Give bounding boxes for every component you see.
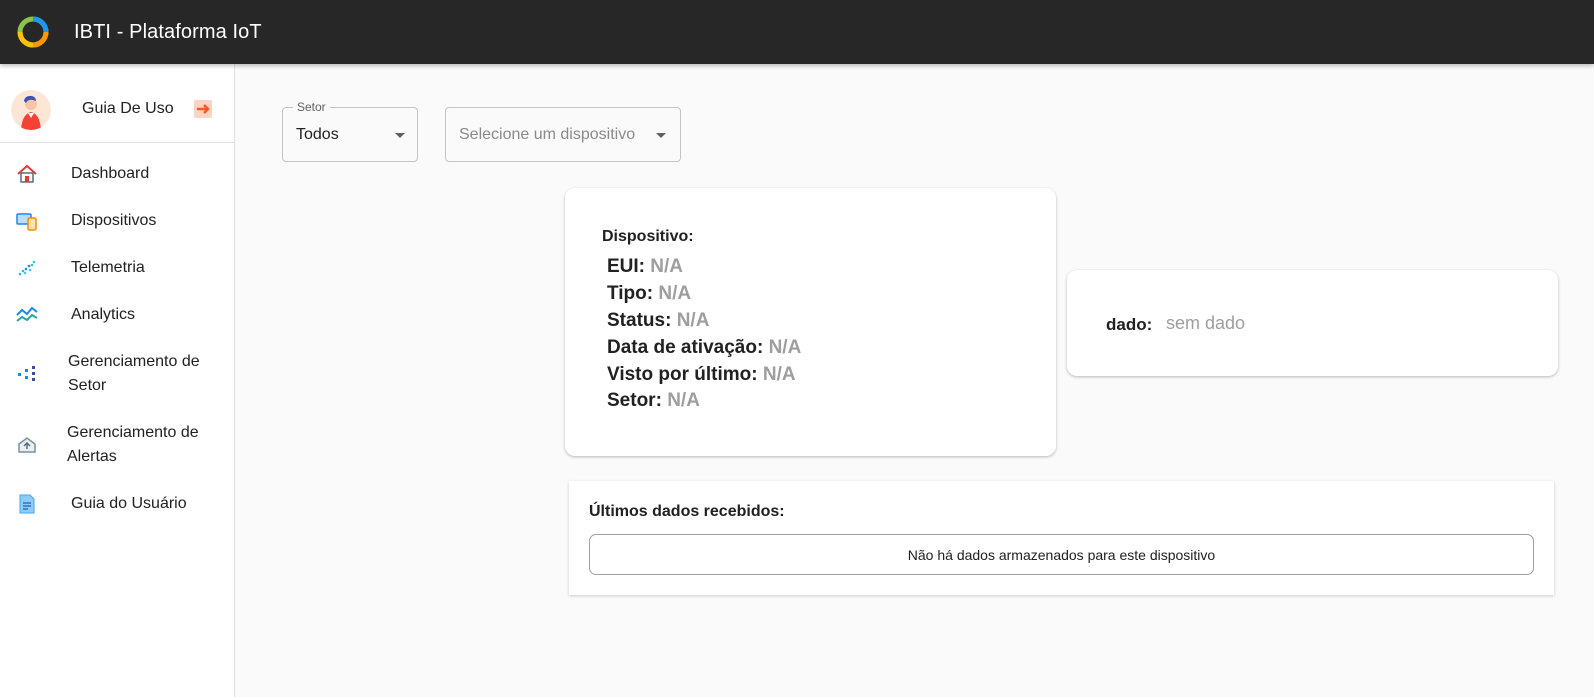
dado-value: sem dado [1166,313,1246,333]
sidebar-item-label: Guia do Usuário [71,495,187,512]
app-bar: IBTI - Plataforma IoT [0,0,1594,64]
sector-management-icon [16,363,38,385]
sidebar-item-guia-usuario[interactable]: Guia do Usuário [0,489,235,519]
home-icon [16,163,38,185]
logout-icon [197,104,210,114]
dispositivo-select[interactable]: Selecione um dispositivo [445,107,681,162]
sidebar-item-label: Gerenciamento de Setor [68,353,200,394]
device-activation-label: Data de ativação: [607,337,764,358]
sidebar-item-gerenciamento-alertas[interactable]: Gerenciamento de Alertas [0,420,235,470]
app-title: IBTI - Plataforma IoT [74,20,262,43]
device-tipo-value: N/A [658,283,692,304]
sidebar-item-label: Analytics [71,306,136,323]
device-status-label: Status: [607,310,672,331]
device-tipo-row: Tipo: N/A [607,283,691,305]
chevron-down-icon [395,133,405,138]
user-guide-icon [16,493,38,515]
sidebar-item-label: Gerenciamento de Alertas [67,424,199,465]
device-setor-label: Setor: [607,390,662,411]
last-data-card: Últimos dados recebidos: Não há dados ar… [569,481,1554,595]
device-eui-row: EUI: N/A [607,256,683,278]
device-info-card: Dispositivo: EUI: N/A Tipo: N/A Status: … [565,188,1056,456]
alerts-management-icon [16,434,38,456]
device-setor-value: N/A [667,390,700,411]
device-setor-row: Setor: N/A [607,390,700,412]
sidebar-item-telemetria[interactable]: Telemetria [0,253,235,283]
logout-button[interactable] [194,100,212,118]
dispositivo-select-placeholder: Selecione um dispositivo [459,126,636,143]
sidebar-item-label: Dashboard [71,165,150,182]
device-activation-value: N/A [768,337,802,358]
sidebar: Guia De Uso Dashboard Dispositivos Telem… [0,64,235,697]
device-last-seen-row: Visto por último: N/A [607,364,796,386]
last-data-title: Últimos dados recebidos: [589,503,785,520]
setor-select[interactable]: Setor Todos [282,101,418,162]
device-eui-value: N/A [650,256,684,277]
device-eui-label: EUI: [607,256,645,277]
sidebar-item-dashboard[interactable]: Dashboard [0,159,235,189]
avatar-icon [21,95,41,130]
device-status-row: Status: N/A [607,310,709,332]
device-last-seen-label: Visto por último: [607,364,758,385]
sidebar-item-analytics[interactable]: Analytics [0,300,235,330]
user-name: Guia De Uso [82,100,174,117]
dado-card: dado: sem dado [1067,270,1558,376]
analytics-icon [16,304,38,326]
telemetry-icon [16,257,38,279]
device-card-heading: Dispositivo: [602,228,694,245]
setor-select-value: Todos [296,126,339,143]
sidebar-item-gerenciamento-setor[interactable]: Gerenciamento de Setor [0,349,235,399]
ibti-logo-icon [17,16,49,48]
user-avatar[interactable] [11,90,51,130]
device-last-seen-value: N/A [762,364,796,385]
chevron-down-icon [656,133,666,138]
no-data-message: Não há dados armazenados para este dispo… [589,534,1534,575]
device-tipo-label: Tipo: [607,283,654,304]
device-activation-row: Data de ativação: N/A [607,337,801,359]
sidebar-item-label: Telemetria [71,259,145,276]
setor-select-legend: Setor [293,101,330,113]
sidebar-item-dispositivos[interactable]: Dispositivos [0,206,235,236]
devices-icon [16,210,38,232]
device-status-value: N/A [676,310,710,331]
user-panel: Guia De Uso [0,64,234,143]
dado-label: dado: [1106,315,1153,334]
sidebar-item-label: Dispositivos [71,212,157,229]
